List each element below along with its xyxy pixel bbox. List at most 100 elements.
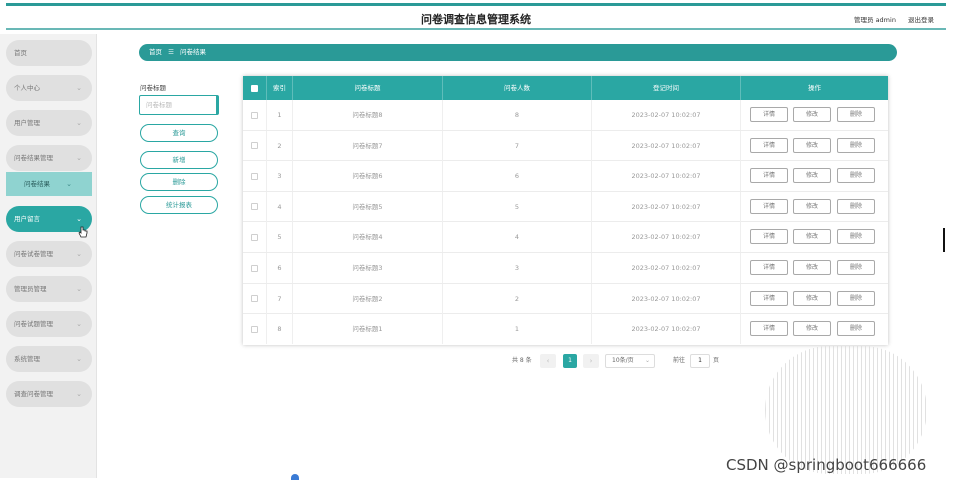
row-count: 5 (443, 191, 592, 222)
sidebar-item-papers[interactable]: 问卷试卷管理 ⌄ (6, 241, 92, 267)
sidebar-item-users[interactable]: 用户管理 ⌄ (6, 110, 92, 136)
table-row: 7 问卷标题2 2 2023-02-07 10:02:07 详情 修改 删除 (243, 283, 888, 315)
breadcrumb-home[interactable]: 首页 (149, 48, 162, 56)
row-checkbox[interactable] (243, 253, 267, 283)
taskbar-dot-icon (291, 474, 299, 480)
row-delete-button[interactable]: 删除 (837, 321, 875, 337)
pagination-total: 共 8 条 (512, 357, 532, 364)
page-size-select[interactable]: 10条/页 ⌄ (605, 354, 655, 368)
sidebar-item-home[interactable]: 首页 (6, 40, 92, 66)
chevron-down-icon: ⌄ (76, 84, 82, 92)
detail-button[interactable]: 详情 (750, 260, 788, 275)
row-time: 2023-02-07 10:02:07 (592, 253, 741, 283)
delete-button[interactable]: 删除 (140, 173, 218, 191)
detail-button[interactable]: 详情 (750, 107, 788, 122)
edit-button[interactable]: 修改 (793, 168, 831, 184)
row-delete-button[interactable]: 删除 (837, 290, 875, 306)
row-title: 问卷标题6 (293, 161, 443, 192)
table-row: 1 问卷标题8 8 2023-02-07 10:02:07 详情 修改 删除 (243, 100, 888, 131)
detail-button[interactable]: 详情 (750, 168, 788, 184)
column-header-index: 索引 (267, 76, 293, 100)
row-delete-button[interactable]: 删除 (837, 198, 875, 214)
column-header-actions: 操作 (808, 84, 821, 92)
edit-button[interactable]: 修改 (793, 198, 831, 214)
add-button[interactable]: 新增 (140, 151, 218, 169)
edit-button[interactable]: 修改 (793, 321, 831, 337)
chevron-down-icon: ⌄ (76, 390, 82, 398)
table-row: 5 问卷标题4 4 2023-02-07 10:02:07 详情 修改 删除 (243, 222, 888, 253)
chevron-down-icon: ⌄ (76, 119, 82, 127)
row-count: 4 (443, 222, 592, 253)
detail-button[interactable]: 详情 (750, 137, 788, 153)
row-time: 2023-02-07 10:02:07 (592, 130, 741, 161)
row-checkbox[interactable] (243, 222, 267, 253)
row-title: 问卷标题4 (293, 222, 443, 253)
row-checkbox[interactable] (243, 161, 267, 192)
sidebar-item-label: 调查问卷管理 (14, 390, 53, 398)
page-suffix: 页 (713, 357, 720, 364)
logout-link[interactable]: 退出登录 (908, 14, 934, 24)
detail-button[interactable]: 详情 (750, 321, 788, 337)
sidebar-item-label: 管理员管理 (14, 285, 47, 293)
edit-button[interactable]: 修改 (793, 137, 831, 153)
row-delete-button[interactable]: 删除 (837, 168, 875, 184)
column-header-count: 问卷人数 (443, 76, 592, 100)
row-title: 问卷标题1 (293, 314, 443, 345)
row-delete-button[interactable]: 删除 (837, 229, 875, 245)
chevron-down-icon: ⌄ (76, 355, 82, 363)
sidebar-item-system[interactable]: 系统管理 ⌄ (6, 346, 92, 372)
table-row: 2 问卷标题7 7 2023-02-07 10:02:07 详情 修改 删除 (243, 130, 888, 162)
select-all-checkbox[interactable] (243, 76, 267, 100)
header-divider (6, 28, 946, 30)
detail-button[interactable]: 详情 (750, 229, 788, 245)
row-time: 2023-02-07 10:02:07 (592, 161, 741, 192)
sidebar-item-label: 问卷结果 (24, 180, 50, 188)
row-delete-button[interactable]: 删除 (837, 137, 875, 153)
chevron-down-icon: ⌄ (66, 180, 72, 188)
prev-page-button[interactable]: ‹ (540, 354, 556, 368)
detail-button[interactable]: 详情 (750, 198, 788, 214)
row-time: 2023-02-07 10:02:07 (592, 191, 741, 222)
row-checkbox[interactable] (243, 130, 267, 161)
row-title: 问卷标题7 (293, 130, 443, 161)
breadcrumb-current: 问卷结果 (179, 48, 206, 56)
row-checkbox[interactable] (243, 191, 267, 222)
report-button[interactable]: 统计报表 (140, 196, 218, 214)
sidebar-item-surveys[interactable]: 调查问卷管理 ⌄ (6, 381, 92, 407)
table-row: 6 问卷标题3 3 2023-02-07 10:02:07 详情 修改 删除 (243, 253, 888, 284)
sidebar-item-profile[interactable]: 个人中心 ⌄ (6, 75, 92, 101)
goto-page-input[interactable]: 1 (690, 354, 710, 368)
sidebar-item-result-management[interactable]: 问卷结果管理 ⌄ (6, 145, 92, 171)
row-checkbox[interactable] (243, 283, 267, 314)
row-title: 问卷标题3 (293, 253, 443, 283)
search-input[interactable]: 问卷标题 (139, 95, 219, 115)
row-time: 2023-02-07 10:02:07 (592, 314, 741, 345)
row-index: 6 (267, 253, 293, 283)
edit-button[interactable]: 修改 (793, 290, 831, 306)
row-checkbox[interactable] (243, 100, 267, 130)
row-title: 问卷标题5 (293, 191, 443, 222)
edit-button[interactable]: 修改 (793, 107, 831, 122)
table-header: 索引 问卷标题 问卷人数 登记时间 操作 (243, 76, 888, 100)
sidebar-item-admins[interactable]: 管理员管理 ⌄ (6, 276, 92, 302)
column-header-time: 登记时间 (592, 76, 741, 100)
column-header-title: 问卷标题 (293, 76, 443, 100)
edit-button[interactable]: 修改 (793, 229, 831, 245)
query-button[interactable]: 查询 (140, 124, 218, 142)
row-time: 2023-02-07 10:02:07 (592, 222, 741, 253)
row-index: 1 (267, 100, 293, 130)
next-page-button[interactable]: › (583, 354, 599, 368)
watermark: CSDN @springboot666666 (726, 456, 927, 474)
sidebar-item-questions[interactable]: 问卷试题管理 ⌄ (6, 311, 92, 337)
row-title: 问卷标题8 (293, 100, 443, 130)
sidebar-subitem-results[interactable]: 问卷结果 ⌄ (6, 172, 92, 196)
page-size-value: 10条/页 (612, 357, 634, 364)
row-delete-button[interactable]: 删除 (837, 260, 875, 275)
edit-button[interactable]: 修改 (793, 260, 831, 275)
sidebar-item-label: 问卷试卷管理 (14, 250, 53, 258)
row-title: 问卷标题2 (293, 283, 443, 314)
row-checkbox[interactable] (243, 314, 267, 345)
page-number-button[interactable]: 1 (563, 354, 577, 368)
detail-button[interactable]: 详情 (750, 290, 788, 306)
row-delete-button[interactable]: 删除 (837, 107, 875, 122)
